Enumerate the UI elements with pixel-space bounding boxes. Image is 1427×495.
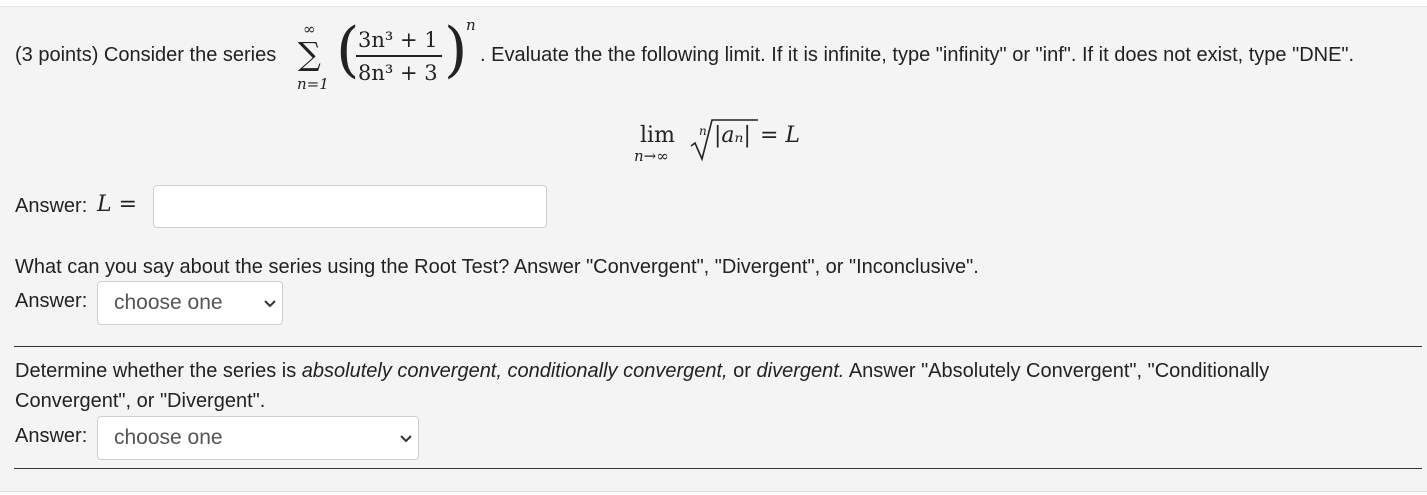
- fraction-numerator: 3n³ + 1: [358, 28, 438, 52]
- fraction-bar: [356, 55, 442, 57]
- divider-top: [14, 346, 1422, 347]
- answer-label-2: Answer:: [15, 290, 88, 312]
- convergence-prompt-after: Answer "Absolutely Convergent", "Conditi…: [844, 360, 1270, 382]
- question-intro: (3 points) Consider the series: [15, 44, 277, 66]
- sigma-symbol: ∑: [298, 35, 321, 73]
- series-exponent: n: [466, 16, 476, 34]
- answer-label-1: Answer:: [15, 195, 88, 217]
- question-instructions: . Evaluate the the following limit. If i…: [480, 44, 1355, 66]
- root-index: n: [699, 124, 707, 138]
- root-test-select-value: choose one: [114, 291, 223, 314]
- radicand: |aₙ|: [714, 123, 751, 148]
- chevron-down-icon: [264, 300, 276, 308]
- limit-lim: lim: [640, 123, 675, 148]
- divider-bottom: [14, 468, 1422, 469]
- convergence-select-value: choose one: [114, 426, 223, 449]
- convergence-prompt-before: Determine whether the series is: [15, 360, 302, 382]
- convergence-prompt-italic1: absolutely convergent, conditionally con…: [301, 360, 728, 382]
- sigma-lower-limit: n=1: [297, 75, 329, 93]
- root-test-prompt: What can you say about the series using …: [15, 256, 979, 278]
- limit-rhs: = L: [760, 123, 801, 148]
- convergence-prompt-mid: or: [727, 360, 757, 382]
- limit-subscript: n→∞: [634, 147, 669, 165]
- right-paren: ): [444, 15, 468, 85]
- convergence-prompt-line2: Convergent", or "Divergent".: [15, 390, 266, 412]
- answer-variable-L: L =: [97, 192, 138, 217]
- root-test-select[interactable]: choose one: [97, 281, 283, 325]
- convergence-prompt-line1: Determine whether the series is absolute…: [15, 359, 1269, 383]
- answer-label-3: Answer:: [15, 425, 88, 447]
- fraction-denominator: 8n³ + 3: [358, 61, 438, 85]
- limit-answer-input[interactable]: [153, 185, 547, 228]
- convergence-prompt-italic2: divergent.: [756, 360, 845, 382]
- chevron-down-icon: [400, 435, 412, 443]
- convergence-select[interactable]: choose one: [97, 416, 419, 460]
- left-paren: (: [336, 15, 360, 85]
